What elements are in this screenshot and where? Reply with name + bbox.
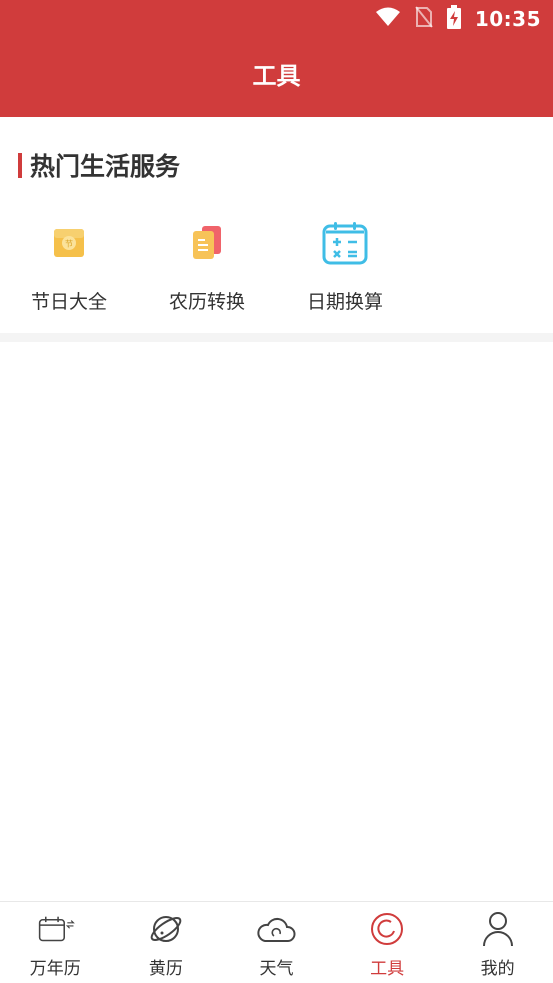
content-area [0, 342, 553, 901]
svg-text:节: 节 [65, 240, 73, 249]
tool-label: 节日大全 [30, 291, 107, 313]
status-bar: 10:35 [375, 0, 541, 38]
nav-item-weather[interactable]: 天气 [221, 902, 332, 983]
nav-item-tools[interactable]: 工具 [332, 902, 443, 983]
wifi-icon [375, 7, 401, 31]
app-screen: 10:35 工具 热门生活服务 节 节日大全 农历转换 日期换算 万年历 黄历 … [0, 0, 553, 983]
section-title: 热门生活服务 [30, 152, 181, 181]
section-divider [0, 333, 553, 342]
nav-label: 我的 [480, 959, 515, 979]
status-time: 10:35 [474, 7, 541, 31]
document-stack-icon [183, 219, 231, 267]
cloud-icon [256, 910, 296, 948]
bottom-navigation: 万年历 黄历 天气 工具 我的 [0, 901, 553, 983]
tool-lunar-convert[interactable]: 农历转换 [138, 219, 276, 314]
nav-label: 天气 [259, 959, 294, 979]
calendar-icon [35, 910, 76, 948]
nav-label: 黄历 [148, 959, 183, 979]
calculator-calendar-icon [321, 219, 369, 267]
tools-grid: 节 节日大全 农历转换 日期换算 [0, 219, 414, 314]
tool-circle-icon [367, 910, 407, 948]
tool-festivals[interactable]: 节 节日大全 [0, 219, 138, 314]
planet-icon [146, 910, 186, 948]
page-title: 工具 [252, 62, 301, 90]
tool-label: 日期换算 [306, 291, 383, 313]
nav-label: 工具 [370, 959, 405, 979]
nav-item-calendar[interactable]: 万年历 [0, 902, 111, 983]
red-envelope-icon: 节 [45, 219, 93, 267]
hot-services-section: 热门生活服务 节 节日大全 农历转换 日期换算 [0, 117, 553, 333]
tool-label: 农历转换 [168, 291, 245, 313]
tool-date-calc[interactable]: 日期换算 [276, 219, 414, 314]
nav-item-profile[interactable]: 我的 [442, 902, 553, 983]
section-heading: 热门生活服务 [18, 147, 180, 183]
section-accent-bar [18, 152, 22, 178]
nav-item-almanac[interactable]: 黄历 [111, 902, 222, 983]
user-icon [478, 910, 518, 948]
header: 10:35 工具 [0, 0, 553, 117]
no-sim-icon [415, 6, 433, 32]
nav-label: 万年历 [29, 959, 81, 979]
battery-charging-icon [446, 5, 461, 33]
